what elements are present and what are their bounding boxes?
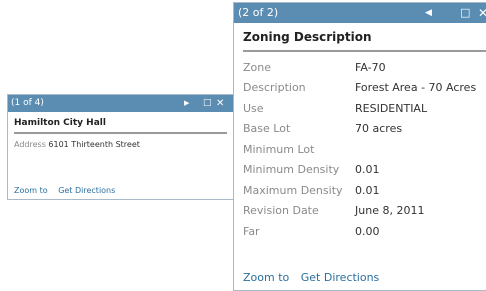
get-directions-link[interactable]: Get Directions bbox=[301, 271, 380, 284]
next-feature-icon[interactable]: ▶ bbox=[184, 95, 189, 112]
address-label: Address bbox=[14, 140, 46, 149]
field-value: RESIDENTIAL bbox=[355, 101, 428, 115]
table-row: Minimum Lot bbox=[243, 139, 476, 160]
field-label: Zone bbox=[243, 60, 272, 74]
attribute-table: Zone FA-70 Description Forest Area - 70 … bbox=[243, 57, 476, 242]
zoom-to-link[interactable]: Zoom to bbox=[243, 271, 289, 284]
table-row: Maximum Density 0.01 bbox=[243, 180, 476, 201]
feature-title: Zoning Description bbox=[243, 30, 486, 52]
field-label: Minimum Lot bbox=[243, 142, 315, 156]
popup-city-hall: (1 of 4) ▶ □ ✕ Hamilton City Hall Addres… bbox=[7, 94, 234, 200]
popup-footer: Zoom to Get Directions bbox=[243, 271, 387, 284]
field-label: Far bbox=[243, 224, 260, 238]
table-row: Revision Date June 8, 2011 bbox=[243, 201, 476, 222]
popup-titlebar: (2 of 2) ◀ □ ✕ bbox=[234, 3, 486, 23]
field-label: Use bbox=[243, 101, 264, 115]
table-row: Base Lot 70 acres bbox=[243, 119, 476, 140]
table-row: Minimum Density 0.01 bbox=[243, 160, 476, 181]
field-value: 0.01 bbox=[355, 163, 380, 177]
field-value: June 8, 2011 bbox=[355, 204, 425, 218]
field-value: 0.01 bbox=[355, 183, 380, 197]
popup-titlebar: (1 of 4) ▶ □ ✕ bbox=[8, 95, 233, 112]
address-value: 6101 Thirteenth Street bbox=[48, 140, 140, 149]
popup-body: Hamilton City Hall Address 6101 Thirteen… bbox=[8, 112, 233, 149]
field-label: Minimum Density bbox=[243, 163, 340, 177]
field-value: FA-70 bbox=[355, 60, 386, 74]
table-row: Zone FA-70 bbox=[243, 57, 476, 78]
popup-counter: (1 of 4) bbox=[11, 98, 44, 108]
close-icon[interactable]: ✕ bbox=[478, 3, 486, 23]
field-value: 0.00 bbox=[355, 224, 380, 238]
zoom-to-link[interactable]: Zoom to bbox=[14, 186, 48, 195]
field-label: Maximum Density bbox=[243, 183, 343, 197]
previous-feature-icon[interactable]: ◀ bbox=[425, 3, 432, 23]
feature-title: Hamilton City Hall bbox=[14, 118, 227, 134]
maximize-icon[interactable]: □ bbox=[460, 3, 470, 23]
field-value bbox=[355, 139, 476, 160]
popup-counter: (2 of 2) bbox=[238, 6, 279, 19]
table-row: Use RESIDENTIAL bbox=[243, 98, 476, 119]
close-icon[interactable]: ✕ bbox=[216, 95, 224, 112]
popup-footer: Zoom to Get Directions bbox=[14, 186, 123, 195]
maximize-icon[interactable]: □ bbox=[203, 95, 212, 112]
address-row: Address 6101 Thirteenth Street bbox=[14, 140, 227, 149]
field-value: Forest Area - 70 Acres bbox=[355, 81, 477, 95]
field-label: Description bbox=[243, 81, 306, 95]
table-row: Far 0.00 bbox=[243, 221, 476, 242]
field-label: Base Lot bbox=[243, 122, 291, 136]
table-row: Description Forest Area - 70 Acres bbox=[243, 78, 476, 99]
map-popup-canvas: (1 of 4) ▶ □ ✕ Hamilton City Hall Addres… bbox=[0, 0, 486, 291]
get-directions-link[interactable]: Get Directions bbox=[58, 186, 115, 195]
popup-zoning: (2 of 2) ◀ □ ✕ Zoning Description Zone F… bbox=[233, 2, 486, 291]
field-label: Revision Date bbox=[243, 204, 319, 218]
popup-body: Zoning Description Zone FA-70 Descriptio… bbox=[234, 23, 486, 242]
field-value: 70 acres bbox=[355, 122, 403, 136]
